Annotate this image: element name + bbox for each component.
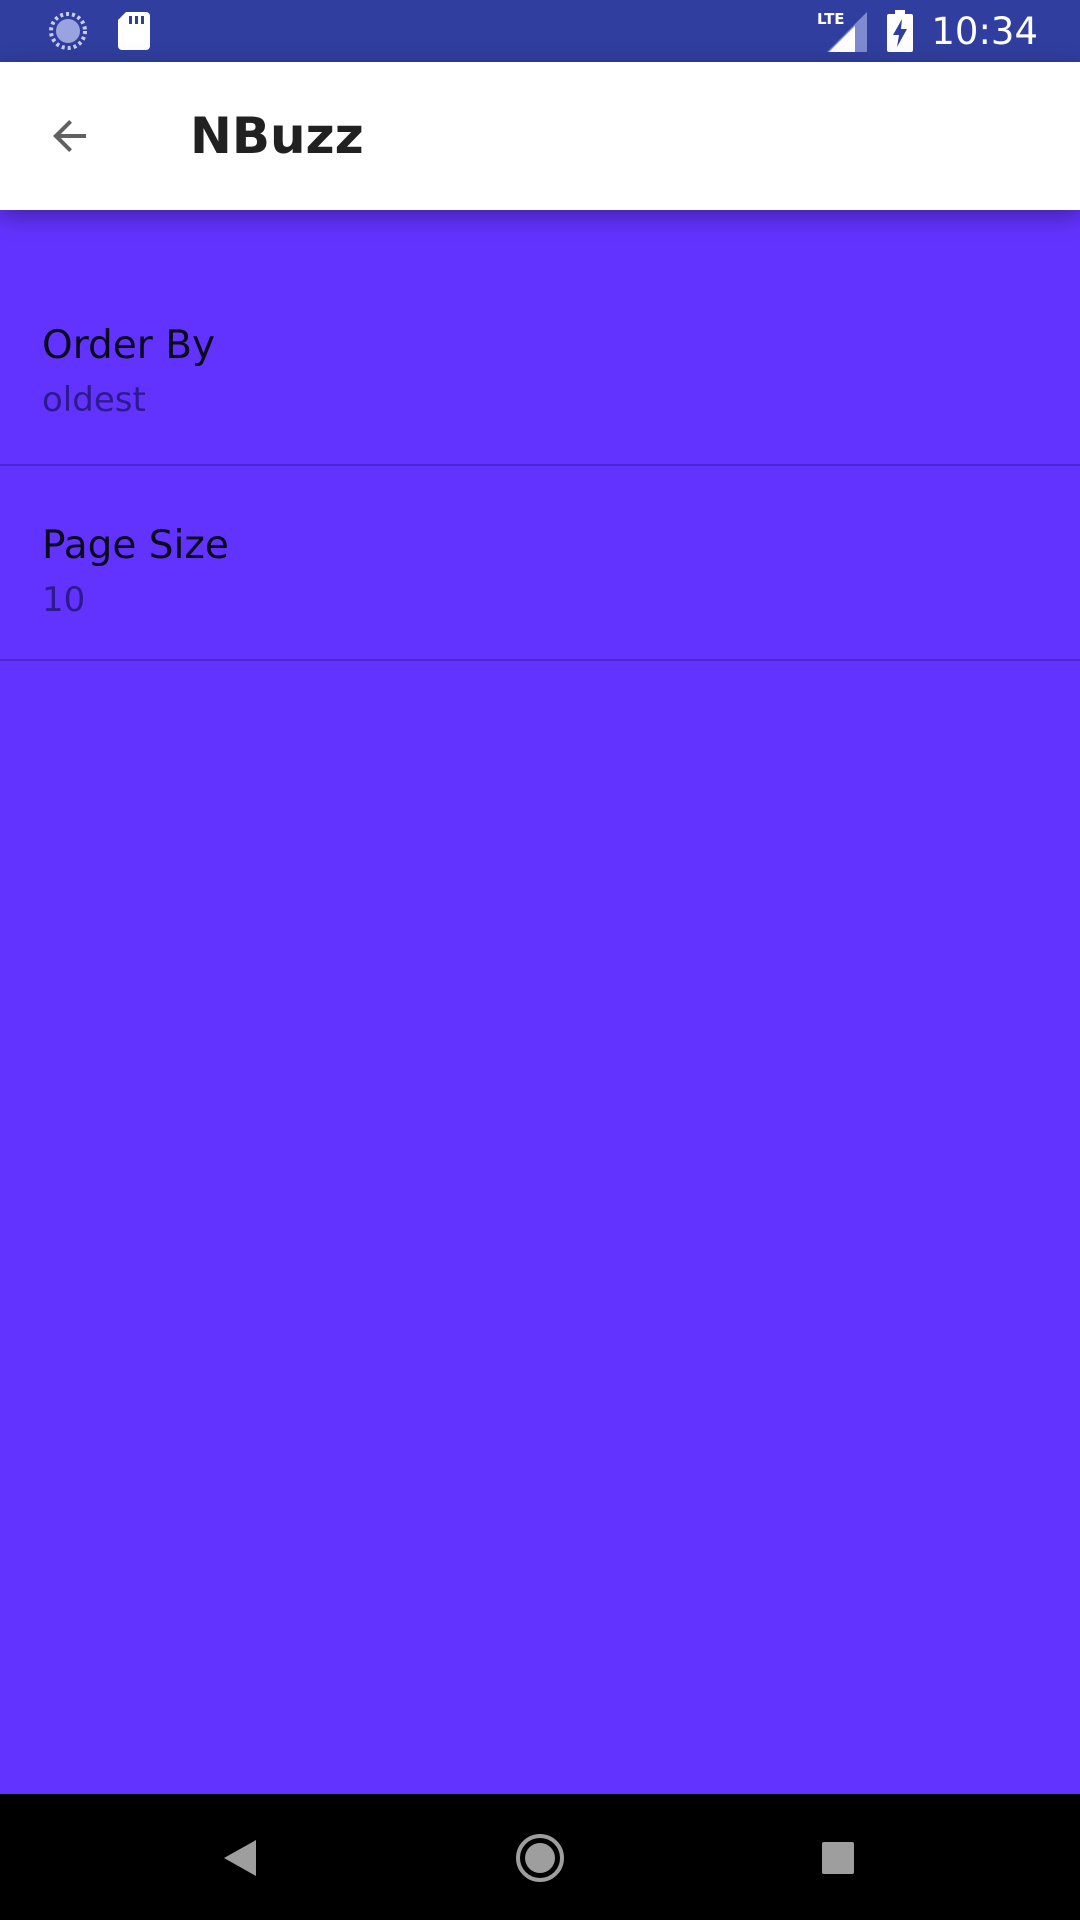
app-bar: NBuzz [0, 62, 1080, 210]
status-bar-left-icons [48, 12, 150, 50]
navigation-bar [0, 1794, 1080, 1920]
preference-order-by[interactable]: Order By oldest [0, 210, 1080, 466]
lte-label: LTE [817, 10, 845, 28]
preference-summary: 10 [42, 580, 86, 620]
nav-back-icon [220, 1836, 260, 1880]
clock-time: 10:34 [931, 9, 1038, 53]
battery-charging-icon [887, 10, 914, 52]
back-button[interactable] [38, 104, 102, 168]
preference-title: Order By [42, 323, 216, 368]
sd-card-icon [118, 12, 150, 50]
status-bar-right-icons: LTE 10:34 [817, 8, 1038, 54]
status-bar: LTE 10:34 [0, 0, 1080, 62]
nav-recents-button[interactable] [802, 1822, 874, 1894]
arrow-back-icon [46, 112, 94, 160]
nav-recents-icon [818, 1838, 858, 1878]
nav-back-button[interactable] [204, 1822, 276, 1894]
page-title: NBuzz [190, 107, 364, 165]
preferences-list: Order By oldest Page Size 10 [0, 210, 1080, 1794]
preference-summary: oldest [42, 380, 146, 420]
preference-title: Page Size [42, 523, 229, 568]
sync-icon [48, 11, 88, 51]
lte-signal-icon: LTE [817, 10, 869, 52]
nav-home-button[interactable] [504, 1822, 576, 1894]
preference-page-size[interactable]: Page Size 10 [0, 466, 1080, 661]
nav-home-icon [512, 1830, 568, 1886]
